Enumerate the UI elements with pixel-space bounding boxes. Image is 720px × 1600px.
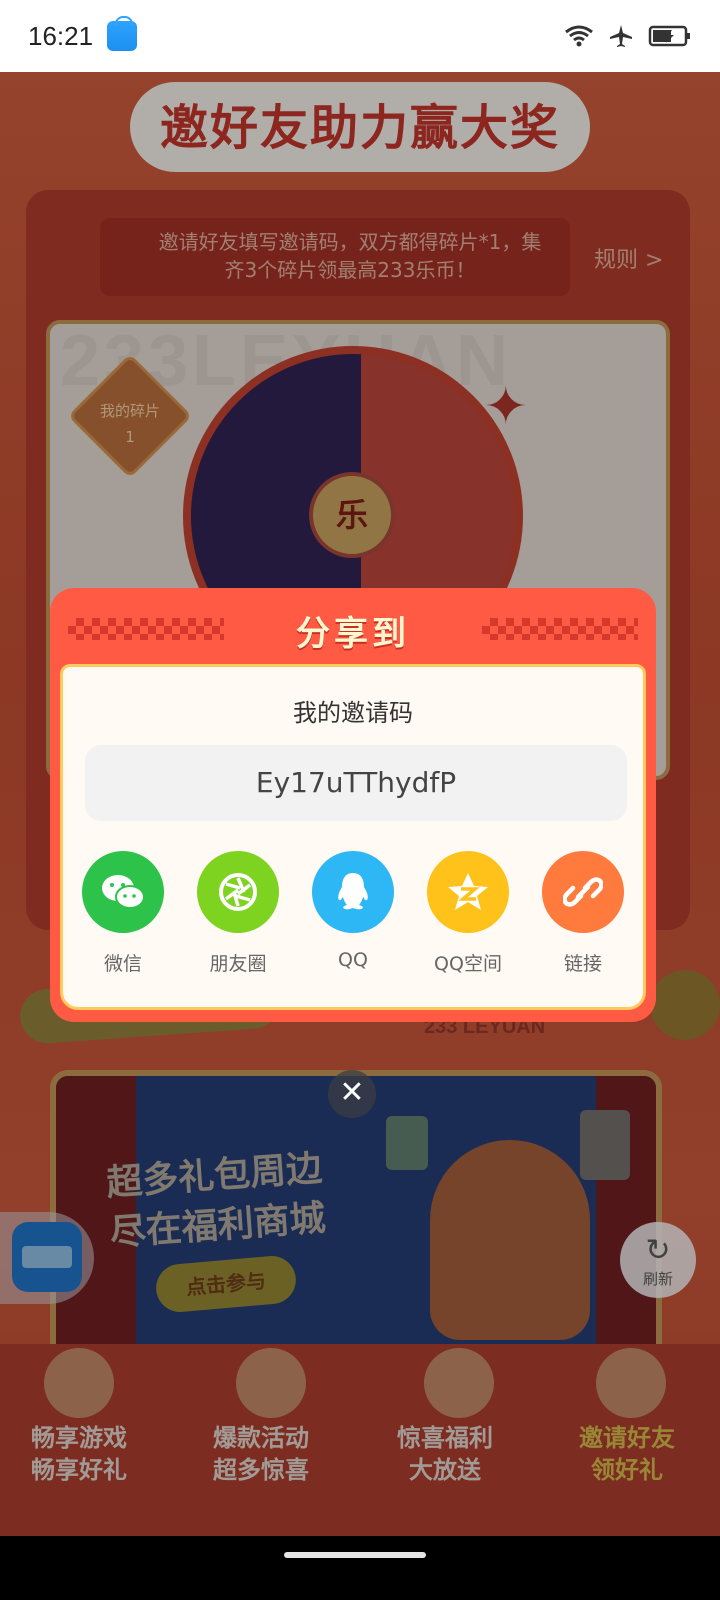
qq-icon: [312, 851, 394, 933]
airplane-mode-icon: [608, 23, 634, 49]
dialog-title: 分享到: [296, 614, 410, 654]
share-label: QQ空间: [434, 953, 502, 975]
status-icons: [564, 23, 692, 49]
share-label: 微信: [103, 953, 142, 975]
navigation-bar: [0, 1536, 720, 1600]
shopping-bag-icon: [107, 16, 138, 51]
share-targets: 微信 朋友圈 QQ QQ空间 链接: [63, 851, 643, 981]
dialog-content: 我的邀请码 Ey17uTThydfP 微信 朋友圈 QQ QQ空间 链接: [60, 664, 646, 1010]
share-dialog: 分享到 我的邀请码 Ey17uTThydfP 微信 朋友圈 QQ QQ空间 链接: [50, 588, 656, 1022]
share-moments-button[interactable]: 朋友圈: [178, 851, 298, 976]
status-time: 16:21: [28, 20, 94, 51]
moments-icon: [197, 851, 279, 933]
share-label: 链接: [563, 953, 602, 975]
close-icon[interactable]: ✕: [328, 1070, 376, 1118]
wechat-icon: [82, 851, 164, 933]
link-icon: [542, 851, 624, 933]
share-wechat-button[interactable]: 微信: [63, 851, 183, 976]
battery-charging-icon: [648, 24, 692, 48]
invite-code-label: 我的邀请码: [293, 699, 413, 727]
home-gesture-bar[interactable]: [284, 1552, 426, 1558]
wifi-icon: [564, 24, 594, 48]
share-link-button[interactable]: 链接: [523, 851, 643, 976]
share-qzone-button[interactable]: QQ空间: [408, 851, 528, 976]
share-label: QQ: [338, 949, 368, 971]
share-qq-button[interactable]: QQ: [293, 851, 413, 971]
share-label: 朋友圈: [209, 953, 267, 975]
invite-code-field[interactable]: Ey17uTThydfP: [85, 745, 627, 821]
status-bar: 16:21: [0, 0, 720, 72]
qzone-icon: [427, 851, 509, 933]
